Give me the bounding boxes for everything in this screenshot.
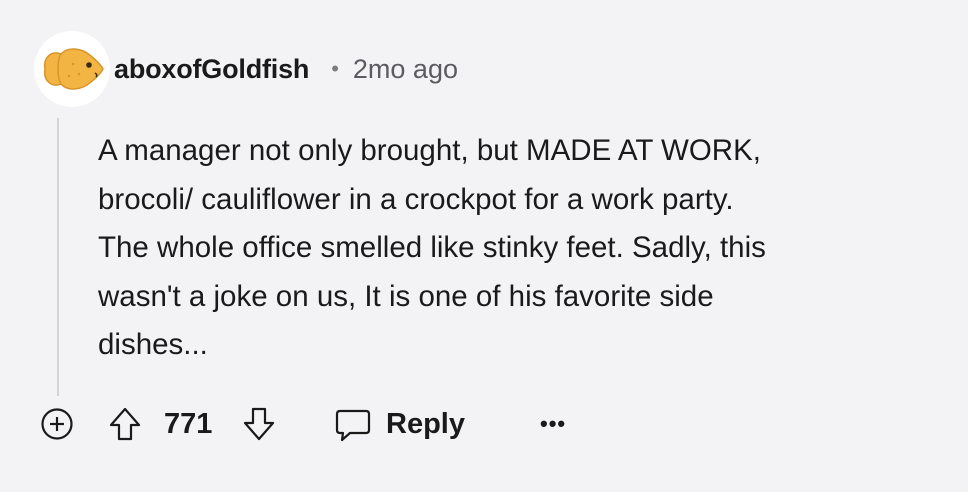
plus-circle-icon (41, 408, 73, 440)
reply-label: Reply (386, 407, 465, 440)
downvote-arrow-icon (243, 407, 275, 441)
downvote-button[interactable] (242, 406, 276, 442)
ellipsis-icon: ••• (540, 411, 567, 436)
upvote-button[interactable] (108, 406, 142, 442)
vote-score: 771 (164, 407, 213, 440)
upvote-arrow-icon (109, 407, 141, 441)
speech-bubble-icon (335, 409, 371, 442)
reply-button[interactable]: Reply (334, 404, 465, 444)
comment-actions: 771 Reply ••• (0, 400, 968, 448)
comment-body: A manager not only brought, but MADE AT … (98, 134, 766, 361)
goldfish-cracker-icon (43, 48, 104, 90)
more-options-button[interactable]: ••• (540, 407, 566, 441)
comment-header: aboxofGoldfish • 2mo ago (34, 30, 458, 108)
comment-timestamp: 2mo ago (352, 53, 458, 84)
comment-author[interactable]: aboxofGoldfish (114, 54, 309, 85)
thread-line[interactable] (57, 118, 59, 396)
avatar[interactable] (34, 31, 110, 107)
meta-separator: • (331, 56, 339, 81)
expand-button[interactable] (40, 407, 74, 441)
